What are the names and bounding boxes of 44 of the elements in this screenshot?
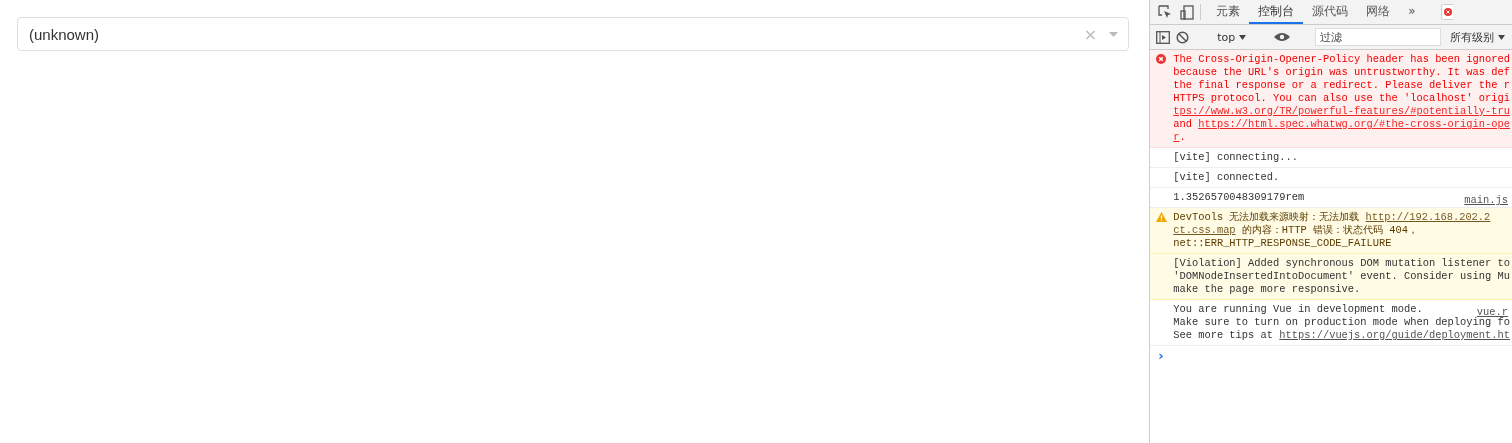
log-text: 的内容：HTTP 错误：状态代码 404， [1240,224,1418,236]
log-text: 1.3526570048309179rem [1173,191,1305,203]
log-text: Make sure to turn on production mode when deploying fo [1173,316,1510,328]
log-text: [vite] connected. [1173,171,1280,183]
log-text: You are running Vue in development mode. [1173,303,1423,315]
levels-dropdown[interactable]: 所有级别 [1447,29,1509,45]
device-icon[interactable] [1180,4,1195,20]
clear-console-icon[interactable] [1176,30,1190,44]
log-text: make the page more responsive. [1173,283,1361,295]
log-text: The Cross-Origin-Opener-Policy header has been ignored [1173,53,1510,65]
warning-icon [1156,212,1168,222]
sidebar-toggle-icon[interactable] [1156,30,1171,44]
error-badge-icon[interactable] [1440,4,1453,20]
devtools-tab[interactable]: 网络 [1357,0,1400,24]
error-icon [1156,54,1167,64]
log-text: See more tips at [1173,329,1275,341]
source-link[interactable]: main.js [1464,194,1508,207]
log-text: net::ERR_HTTP_RESPONSE_CODE_FAILURE [1173,237,1392,249]
log-text: because the URL's origin was untrustworthy. It was def [1173,66,1510,78]
select-value: (unknown) [29,25,101,43]
log-link[interactable]: ct.css.map [1173,224,1236,236]
log-link[interactable]: tps://www.w3.org/TR/powerful-features/#potentially-tru [1173,105,1510,117]
log-text: HTTPS protocol. You can also use the 'localhost' origi [1173,92,1510,104]
log-text: 'DOMNodeInsertedIntoDocument' event. Consider using Mu [1173,270,1510,282]
caret-icon [1498,34,1506,40]
caret-icon [1239,34,1247,40]
log-text: DevTools 无法加载来源映射：无法加载 [1173,211,1361,223]
log-text: the final response or a redirect. Please deliver the r [1173,79,1510,91]
log-link[interactable]: https://html.spec.whatwg.org/#the-cross-origin-ope [1198,118,1510,130]
devtools-tab[interactable]: 源代码 [1303,0,1358,24]
log-text: [vite] connecting... [1173,151,1298,163]
context-dropdown[interactable]: top [1214,30,1250,44]
more-tabs-button[interactable]: » [1399,0,1425,24]
log-text: . [1179,131,1186,143]
log-text: and [1173,118,1193,130]
log-link[interactable]: r [1173,131,1180,143]
log-link[interactable]: http://192.168.202.2 [1365,211,1491,223]
filter-field[interactable]: 过滤 [1315,28,1442,46]
devtools-tab[interactable]: 元素 [1207,0,1250,24]
inspect-icon[interactable] [1158,5,1173,19]
log-text: [Violation] Added synchronous DOM mutation listener to [1173,257,1510,269]
prompt-icon[interactable]: › [1150,346,1512,363]
eye-icon[interactable] [1274,32,1291,42]
log-link[interactable]: https://vuejs.org/guide/deployment.ht [1279,329,1510,341]
